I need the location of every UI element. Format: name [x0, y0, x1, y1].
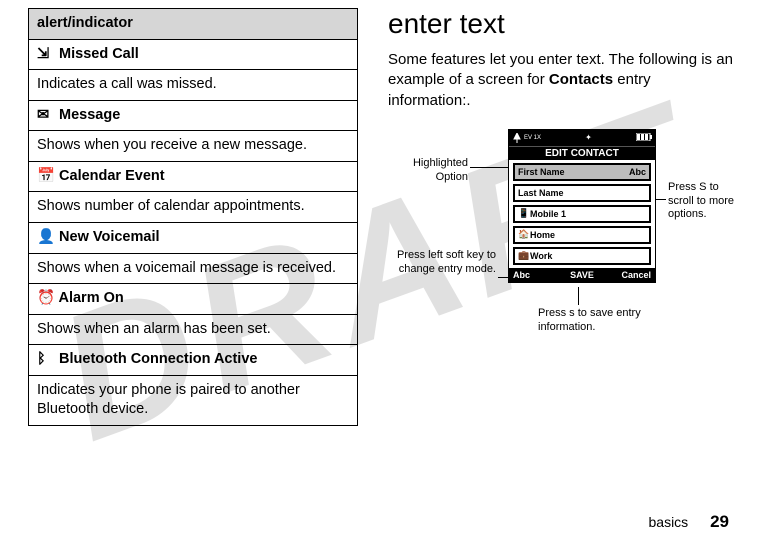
target-icon: ✦: [585, 133, 592, 142]
alert-icon: ⇲: [37, 45, 55, 65]
battery-icon: [636, 133, 652, 143]
contact-field[interactable]: Last Name: [513, 184, 651, 202]
field-icon: 🏠: [518, 229, 530, 240]
alert-title-row: ᛒ Bluetooth Connection Active: [29, 345, 358, 376]
alert-desc-row: Indicates a call was missed.: [29, 70, 358, 101]
alert-title: New Voicemail: [55, 229, 160, 245]
alert-title-row: 👤 New Voicemail: [29, 222, 358, 253]
field-icon: 💼: [518, 250, 530, 261]
callout-line: [578, 287, 579, 305]
field-label: Home: [530, 230, 555, 240]
callout-scroll: Press S to scroll to more options.: [668, 181, 738, 222]
callout-line: [470, 167, 510, 168]
alert-title-row: ✉ Message: [29, 100, 358, 131]
status-bar: EV 1X ✦: [509, 130, 655, 146]
intro-bold: Contacts: [549, 71, 613, 88]
field-label: Last Name: [518, 188, 564, 198]
signal-icon: EV 1X: [512, 133, 541, 143]
alert-desc-row: Shows number of calendar appointments.: [29, 192, 358, 223]
softkey-left[interactable]: Abc: [513, 270, 559, 280]
alert-desc-row: Shows when you receive a new message.: [29, 131, 358, 162]
alert-icon: 📅: [37, 167, 55, 187]
alert-icon: ⏰: [37, 289, 55, 309]
alert-title-row: 📅 Calendar Event: [29, 161, 358, 192]
contact-field[interactable]: First Name Abc: [513, 163, 651, 181]
alerts-table: alert/indicator ⇲ Missed CallIndicates a…: [28, 8, 358, 426]
field-label: First Name: [518, 167, 565, 177]
alert-title: Message: [55, 107, 120, 123]
alert-desc-row: Indicates your phone is paired to anothe…: [29, 375, 358, 425]
alert-title: Calendar Event: [55, 168, 165, 184]
softkey-bar: Abc SAVE Cancel: [509, 268, 655, 282]
alert-icon: 👤: [37, 228, 55, 248]
alert-title: Alarm On: [55, 290, 124, 306]
contact-field[interactable]: 🏠Home: [513, 226, 651, 244]
intro-text: Some features let you enter text. The fo…: [388, 50, 737, 111]
contact-field[interactable]: 📱Mobile 1: [513, 205, 651, 223]
alert-icon: ᛒ: [37, 350, 55, 370]
page-footer: basics 29: [649, 512, 730, 532]
alert-title-row: ⏰ Alarm On: [29, 284, 358, 315]
field-icon: 📱: [518, 208, 530, 219]
softkey-center[interactable]: SAVE: [559, 270, 605, 280]
alert-title: Bluetooth Connection Active: [55, 351, 257, 367]
callout-left-soft: Press left soft key to change entry mode…: [388, 249, 496, 277]
entry-mode-indicator: Abc: [629, 167, 646, 177]
callout-line: [656, 199, 666, 200]
alert-desc-row: Shows when a voicemail message is receiv…: [29, 253, 358, 284]
softkey-right[interactable]: Cancel: [605, 270, 651, 280]
footer-page: 29: [710, 512, 729, 531]
table-header: alert/indicator: [29, 9, 358, 40]
contact-field[interactable]: 💼Work: [513, 247, 651, 265]
field-label: Mobile 1: [530, 209, 566, 219]
callout-highlighted: Highlighted Option: [388, 157, 468, 185]
alert-icon: ✉: [37, 106, 55, 126]
alert-desc-row: Shows when an alarm has been set.: [29, 314, 358, 345]
callout-save: Press s to save entry information.: [538, 307, 658, 335]
alert-title: Missed Call: [55, 46, 139, 62]
section-heading: enter text: [388, 8, 737, 40]
field-label: Work: [530, 251, 552, 261]
phone-screen: EV 1X ✦ EDIT CONTACT First Name Abc Last N…: [508, 129, 656, 283]
screen-title: EDIT CONTACT: [509, 146, 655, 160]
alert-title-row: ⇲ Missed Call: [29, 39, 358, 70]
status-text: EV 1X: [524, 135, 541, 141]
footer-section: basics: [649, 514, 689, 530]
phone-diagram: Highlighted Option Press left soft key t…: [388, 129, 728, 419]
